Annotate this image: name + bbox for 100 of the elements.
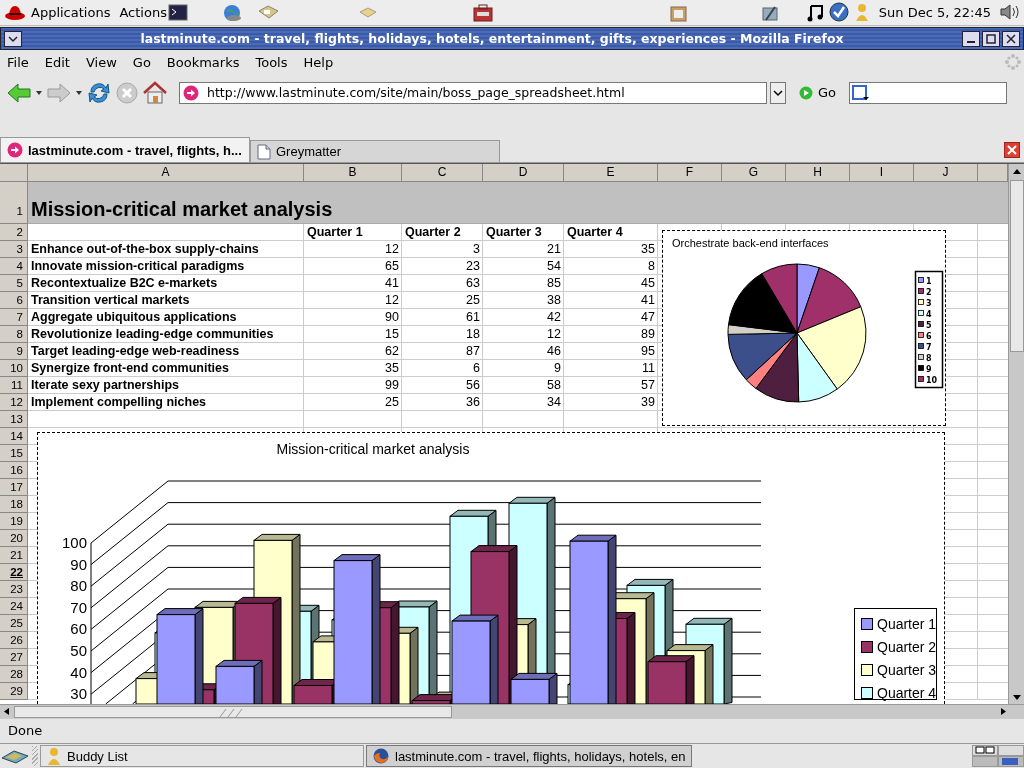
row-header[interactable]: 23 [0,581,28,599]
menu-item[interactable]: File [7,54,29,70]
row-header[interactable]: 16 [0,462,28,480]
row-header[interactable]: 10 [0,360,28,378]
go-button[interactable]: Go [795,83,841,103]
panel-menu[interactable]: Applications [31,4,111,20]
row-header[interactable]: 27 [0,649,28,667]
browser-tab[interactable]: Greymatter [250,140,500,163]
row-header[interactable]: 17 [0,479,28,497]
row-header[interactable]: 29 [0,683,28,701]
row-header[interactable]: 7 [0,309,28,327]
column-header[interactable]: J [914,164,978,183]
dropdown-button-icon[interactable] [770,81,786,104]
row-header[interactable]: 22 [0,564,28,582]
legend-swatch [918,310,924,317]
row-header[interactable]: 4 [0,258,28,276]
row-label: Enhance out-of-the-box supply-chains [31,242,259,257]
row-header[interactable]: 24 [0,598,28,616]
taskbar-button[interactable]: lastminute.com - travel, flights, holidays, hotels, en [366,745,693,768]
table-cell: 65 [385,259,399,274]
row-header[interactable]: 21 [0,547,28,565]
column-header[interactable]: E [564,164,658,183]
workspace-switcher-icon[interactable] [972,745,1024,768]
scroll-thumb[interactable] [1009,180,1024,353]
table-cell: 25 [385,395,399,410]
row-header[interactable]: 18 [0,496,28,514]
column-header[interactable]: B [304,164,402,183]
vertical-scrollbar[interactable] [1008,164,1024,705]
menu-item[interactable]: Go [132,54,151,70]
search-engine-icon[interactable] [852,84,871,101]
axis-label: 90 [70,555,87,573]
axis-label: 70 [70,599,87,617]
menu-item[interactable]: Bookmarks [166,54,240,70]
sheet-title: Mission-critical market analysis [28,182,1008,225]
table-cell: 56 [466,378,480,393]
firefox-icon [373,748,389,765]
row-label: Iterate sexy partnerships [31,378,179,393]
legend-label: 7 [926,343,932,353]
row-header[interactable]: 5 [0,275,28,293]
row-header[interactable]: 25 [0,615,28,633]
row-header[interactable]: 6 [0,292,28,310]
row-header[interactable]: 20 [0,530,28,548]
legend-label: 2 [926,288,932,298]
taskbar-button[interactable]: Buddy List [40,745,364,768]
row-header[interactable]: 19 [0,513,28,531]
legend-label: 4 [926,310,932,320]
row-header[interactable]: 11 [0,377,28,395]
column-header[interactable]: H [786,164,850,183]
row-header[interactable]: 14 [0,428,28,446]
hat-icon[interactable] [4,3,26,22]
row-header[interactable]: 12 [0,394,28,412]
column-header[interactable]: A [28,164,304,183]
row-header[interactable]: 13 [0,411,28,429]
search-field[interactable] [849,81,1008,104]
caret-icon[interactable] [35,88,43,97]
menu-item[interactable]: Tools [255,54,288,70]
close-icon[interactable] [1002,30,1020,47]
row-header[interactable]: 3 [0,241,28,259]
table-cell: 35 [641,242,655,257]
home-icon[interactable] [142,80,168,105]
row-header[interactable]: 15 [0,445,28,463]
row-header[interactable]: 1 [0,182,28,225]
legend-swatch [918,354,924,361]
document-icon [257,143,271,160]
table-cell: 62 [385,344,399,359]
window-menu-icon[interactable] [4,30,22,47]
column-header[interactable]: D [483,164,564,183]
row-header[interactable]: 8 [0,326,28,344]
maximize-icon[interactable] [982,30,1000,47]
speaker-icon[interactable] [999,2,1021,23]
panel-menu[interactable]: Actions [119,4,167,20]
legend-swatch [918,299,924,306]
column-header[interactable]: G [722,164,786,183]
url-field[interactable]: http://www.lastminute.com/site/main/boss_page_spreadsheet.html [179,81,767,104]
menu-item[interactable]: Edit [44,54,70,70]
menu-item[interactable]: View [85,54,117,70]
minimize-icon[interactable] [962,30,980,47]
row-header[interactable]: 2 [0,224,28,242]
horizontal-scrollbar[interactable] [0,704,1024,719]
legend-swatch [918,376,924,383]
terminal-icon[interactable] [168,3,190,23]
legend-label: 1 [926,277,932,287]
column-header[interactable]: I [850,164,914,183]
row-header[interactable]: 9 [0,343,28,361]
scroll-thumb[interactable] [14,705,452,718]
check-icon [828,2,849,23]
toolbox-icon[interactable] [472,3,494,23]
globe-icon[interactable] [222,3,244,23]
menu-item[interactable]: Help [303,54,334,70]
table-cell: 58 [547,378,561,393]
legend-swatch [918,332,924,339]
legend-label: 9 [926,365,932,375]
row-label: Synergize front-end communities [31,361,229,376]
column-header[interactable]: C [402,164,483,183]
row-header[interactable]: 26 [0,632,28,650]
column-header[interactable]: F [658,164,722,183]
caret-icon[interactable] [75,88,83,97]
row-header[interactable]: 28 [0,666,28,684]
browser-tab[interactable]: lastminute.com - travel, flights, h... [0,137,250,163]
close-tab-icon[interactable] [1004,142,1020,159]
